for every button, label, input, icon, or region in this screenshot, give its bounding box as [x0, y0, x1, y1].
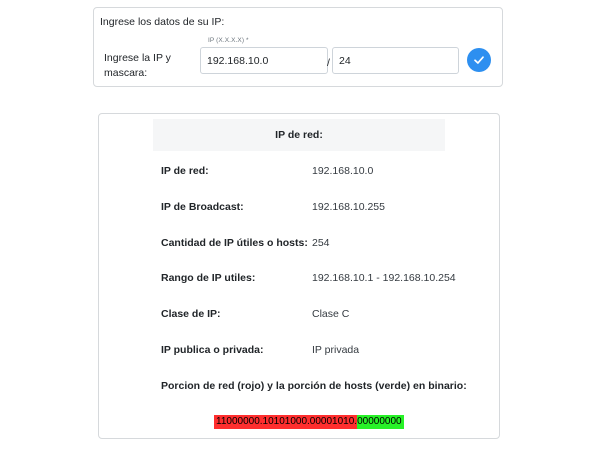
network-result-card: IP de red: IP de red: 192.168.10.0 IP de… — [98, 113, 500, 439]
ip-mask-label: Ingrese la IP y mascara: — [104, 52, 171, 79]
host-count-value: 254 — [312, 237, 330, 249]
page: Ingrese los datos de su IP: Ingrese la I… — [0, 0, 600, 450]
submit-button[interactable] — [467, 48, 491, 72]
ip-input-card: Ingrese los datos de su IP: Ingrese la I… — [93, 7, 503, 87]
ip-floating-label: IP (X.X.X.X) * — [208, 37, 249, 44]
result-title: IP de red: — [153, 119, 445, 151]
usable-range-label: Rango de IP utiles: — [161, 272, 256, 284]
binary-network-portion: 11000000.10101000.00001010. — [214, 415, 358, 429]
usable-range-value: 192.168.10.1 - 192.168.10.254 — [312, 272, 456, 284]
broadcast-ip-label: IP de Broadcast: — [161, 201, 244, 213]
slash-separator: / — [327, 57, 330, 69]
host-count-label: Cantidad de IP útiles o hosts: — [161, 237, 308, 249]
public-private-value: IP privada — [312, 344, 360, 356]
binary-representation: 11000000.10101000.00001010. 00000000 — [214, 415, 404, 429]
network-ip-value: 192.168.10.0 — [312, 165, 374, 177]
subnet-mask-input[interactable] — [332, 47, 459, 74]
network-ip-label: IP de red: — [161, 165, 209, 177]
ip-class-label: Clase de IP: — [161, 308, 221, 320]
ip-class-value: Clase C — [312, 308, 350, 320]
broadcast-ip-value: 192.168.10.255 — [312, 201, 385, 213]
form-heading: Ingrese los datos de su IP: — [100, 16, 225, 28]
public-private-label: IP publica o privada: — [161, 344, 264, 356]
check-icon — [473, 54, 485, 66]
binary-host-portion: 00000000 — [357, 415, 404, 429]
ip-address-input[interactable] — [200, 47, 328, 74]
binary-portion-label: Porcion de red (rojo) y la porción de ho… — [161, 380, 467, 392]
